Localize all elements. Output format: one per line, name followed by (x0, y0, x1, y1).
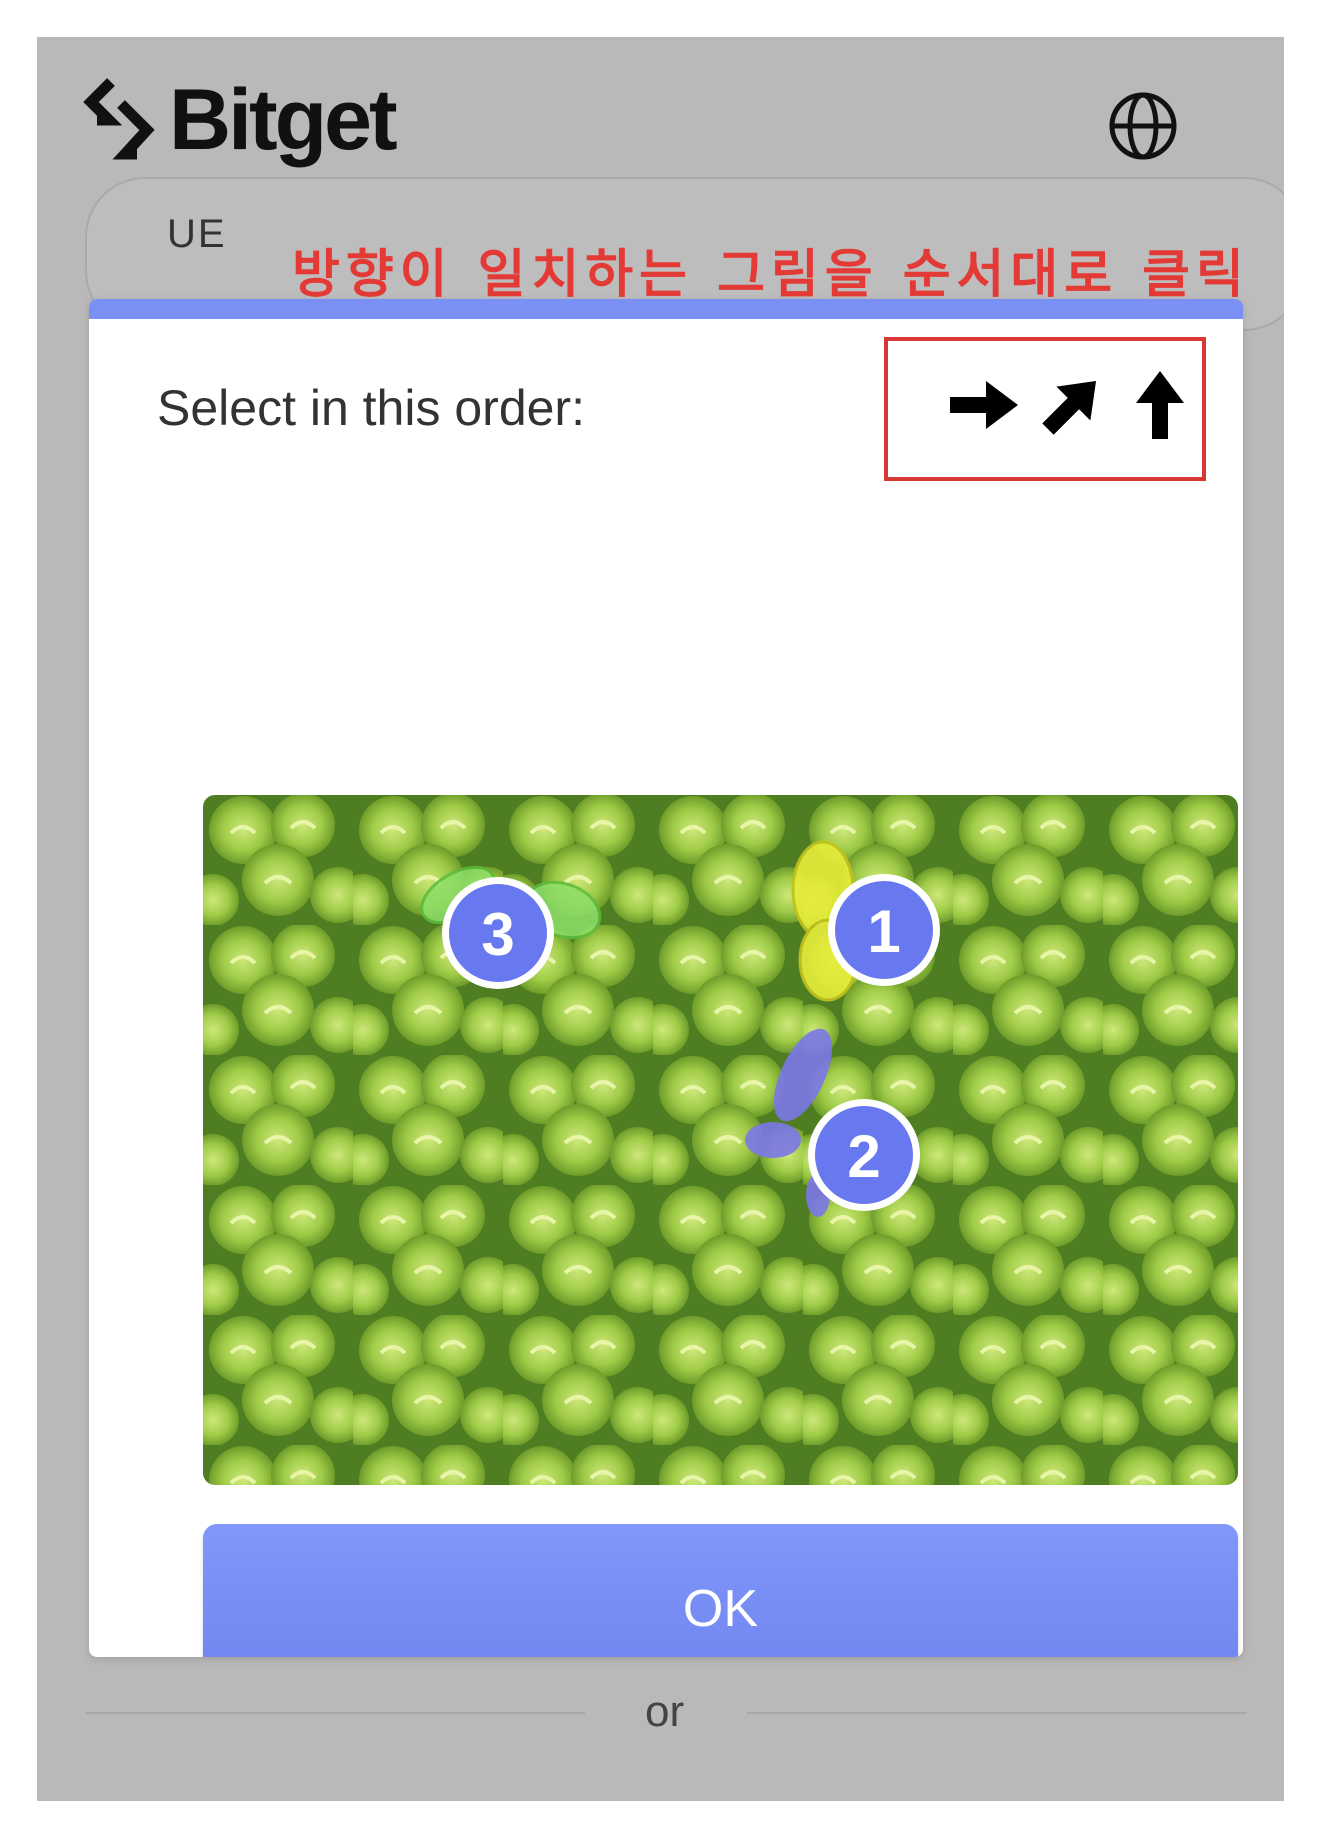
bitget-logo-icon (83, 78, 155, 160)
selection-marker-3-label: 3 (481, 901, 514, 968)
bitget-logo[interactable]: Bitget (81, 72, 398, 168)
arrow-right-icon (950, 381, 1018, 429)
divider-left (85, 1712, 585, 1714)
logo-text: Bitget (169, 72, 398, 168)
modal-top-bar (89, 299, 1243, 319)
selection-marker-2[interactable]: 2 (808, 1099, 920, 1211)
selection-marker-1[interactable]: 1 (828, 874, 940, 986)
captcha-modal: Select in this order: 3 1 2 OK (89, 299, 1243, 1657)
captcha-instruction: Select in this order: (157, 380, 585, 436)
arrow-up-right-icon (1042, 380, 1097, 435)
selection-marker-1-label: 1 (867, 898, 900, 965)
background-field-text: UE (167, 212, 227, 256)
order-icons (944, 365, 1200, 445)
captcha-image[interactable]: 3 1 2 (203, 795, 1238, 1485)
selection-marker-3[interactable]: 3 (442, 877, 554, 989)
selection-marker-2-label: 2 (847, 1123, 880, 1190)
or-separator: or (645, 1687, 685, 1736)
annotation-text: 방향이 일치하는 그림을 순서대로 클릭 (292, 245, 1250, 305)
divider-right (747, 1712, 1247, 1714)
globe-icon[interactable] (1106, 89, 1180, 163)
arrow-up-icon (1136, 371, 1184, 439)
ok-button[interactable]: OK (203, 1524, 1238, 1657)
screen: Bitget UE 방향이 일치하는 그림을 순서대로 클릭 Select in… (37, 37, 1284, 1801)
clover-background (203, 795, 1238, 1485)
